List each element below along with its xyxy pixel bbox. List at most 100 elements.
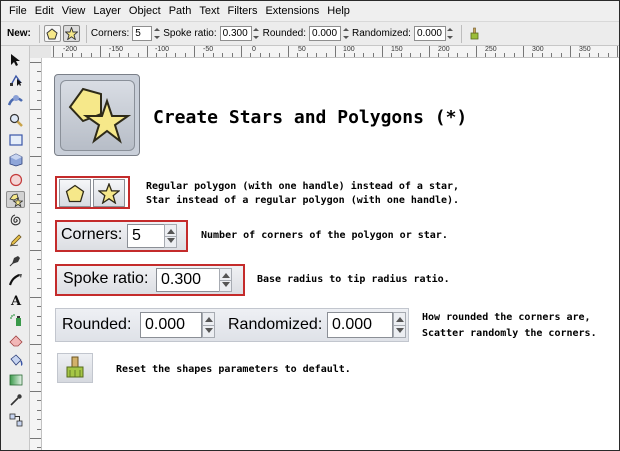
spoke-ratio-spinner[interactable] <box>219 268 232 292</box>
broom-reset-icon <box>470 27 479 40</box>
menu-help[interactable]: Help <box>323 1 354 21</box>
tool-selector[interactable] <box>6 51 25 68</box>
tool-eraser[interactable] <box>6 331 25 348</box>
zoom-icon <box>9 113 23 127</box>
randomized-input-small[interactable]: 0.000 <box>413 26 446 41</box>
ruler-tick <box>476 46 477 57</box>
ruler-label: 150 <box>391 46 403 53</box>
ruler-corner <box>30 46 51 58</box>
ruler-tick <box>37 193 41 195</box>
corners-input[interactable]: 5 <box>127 224 167 248</box>
menu-edit[interactable]: Edit <box>31 1 58 21</box>
spoke-spinner-small[interactable] <box>253 26 260 41</box>
spoke-ratio-description: Base radius to tip radius ratio. <box>257 274 450 285</box>
randomized-input[interactable]: 0.000 <box>327 312 393 338</box>
tool-paint-bucket[interactable] <box>6 351 25 368</box>
ruler-tick <box>37 362 41 364</box>
rounded-input[interactable]: 0.000 <box>140 312 202 338</box>
tool-spray[interactable] <box>6 311 25 328</box>
ruler-tick <box>137 53 139 57</box>
menu-path[interactable]: Path <box>165 1 196 21</box>
ruler-tick <box>147 46 148 57</box>
ruler-tick <box>184 53 186 57</box>
menu-object[interactable]: Object <box>125 1 165 21</box>
ruler-tick <box>37 325 41 327</box>
star-toggle-small[interactable] <box>62 25 80 42</box>
ruler-tick <box>588 53 590 57</box>
ruler-tick <box>523 46 524 57</box>
randomized-spinner-small[interactable] <box>447 26 454 41</box>
toolbox: A <box>1 46 30 450</box>
rounded-description-line2: Scatter randomly the corners. <box>422 328 597 339</box>
ruler-tick <box>203 53 205 57</box>
menu-extensions[interactable]: Extensions <box>261 1 323 21</box>
tool-calligraphy[interactable] <box>6 271 25 288</box>
menu-text[interactable]: Text <box>195 1 223 21</box>
ruler-tick <box>30 203 41 204</box>
ruler-tick <box>400 53 402 57</box>
ruler-tick <box>447 53 449 57</box>
tool-tweak[interactable] <box>6 91 25 108</box>
tool-node[interactable] <box>6 71 25 88</box>
corners-label: Corners: <box>61 226 123 243</box>
tool-zoom[interactable] <box>6 111 25 128</box>
tool-star[interactable] <box>6 191 25 208</box>
ruler-tick <box>212 53 214 57</box>
rounded-spinner-small[interactable] <box>342 26 349 41</box>
menu-view[interactable]: View <box>58 1 90 21</box>
ruler-tick <box>100 46 101 57</box>
star-tool-big-icon <box>54 74 140 156</box>
tweak-icon <box>8 94 23 106</box>
tool-connector[interactable] <box>6 411 25 428</box>
ruler-tick <box>607 53 609 57</box>
horizontal-ruler[interactable]: -200 -150 -100 -50 0 50 100 150 200 250 … <box>51 46 619 58</box>
rounded-input-small[interactable]: 0.000 <box>309 26 342 41</box>
spoke-ratio-input[interactable]: 0.300 <box>156 268 220 292</box>
menu-file[interactable]: File <box>5 1 31 21</box>
star-toggle-button[interactable] <box>93 179 125 207</box>
tool-gradient[interactable] <box>6 371 25 388</box>
reset-button-small[interactable] <box>466 25 483 42</box>
ruler-tick <box>30 344 41 345</box>
shapes-description-line2: Star instead of a regular polygon (with … <box>146 195 460 206</box>
page-title: Create Stars and Polygons (*) <box>153 107 468 128</box>
ruler-tick <box>37 259 41 261</box>
ruler-tick <box>513 53 515 57</box>
menu-filters[interactable]: Filters <box>224 1 262 21</box>
randomized-spinner[interactable] <box>393 312 406 338</box>
ruler-tick <box>109 53 111 57</box>
ruler-tick <box>156 53 158 57</box>
ruler-label: -150 <box>109 46 124 53</box>
corners-spinner[interactable] <box>164 224 177 248</box>
ruler-tick <box>37 99 41 101</box>
shapes-description-line1: Regular polygon (with one handle) instea… <box>146 181 460 192</box>
menu-layer[interactable]: Layer <box>89 1 125 21</box>
ruler-tick <box>363 53 365 57</box>
polygon-toggle-button[interactable] <box>59 179 91 207</box>
tool-text[interactable]: A <box>6 291 25 308</box>
spoke-input-small[interactable]: 0.300 <box>219 26 252 41</box>
tool-dropper[interactable] <box>6 391 25 408</box>
ruler-tick <box>37 71 41 73</box>
corners-spinner-small[interactable] <box>153 26 160 41</box>
tool-pencil[interactable] <box>6 231 25 248</box>
canvas[interactable]: Create Stars and Polygons (*) Regular po… <box>42 58 619 450</box>
tool-spiral[interactable] <box>6 211 25 228</box>
polygon-toggle-small[interactable] <box>43 25 61 42</box>
rounded-spinner[interactable] <box>202 312 215 338</box>
ruler-tick <box>37 428 41 430</box>
corners-input-small[interactable]: 5 <box>132 26 153 41</box>
rounded-description-line1: How rounded the corners are, <box>422 312 591 323</box>
ruler-tick <box>37 240 41 242</box>
tool-rectangle[interactable] <box>6 131 25 148</box>
star-icon <box>98 182 120 204</box>
ruler-tick <box>194 46 195 57</box>
ruler-tick <box>30 62 41 63</box>
tool-controls-bar: New: Corners: 5 Spoke ratio: 0.300 Round… <box>1 21 619 46</box>
tool-3dbox[interactable] <box>6 151 25 168</box>
vertical-ruler[interactable] <box>30 58 42 450</box>
tool-pen[interactable] <box>6 251 25 268</box>
reset-button[interactable] <box>57 353 93 383</box>
tool-ellipse[interactable] <box>6 171 25 188</box>
ruler-tick <box>570 46 571 57</box>
